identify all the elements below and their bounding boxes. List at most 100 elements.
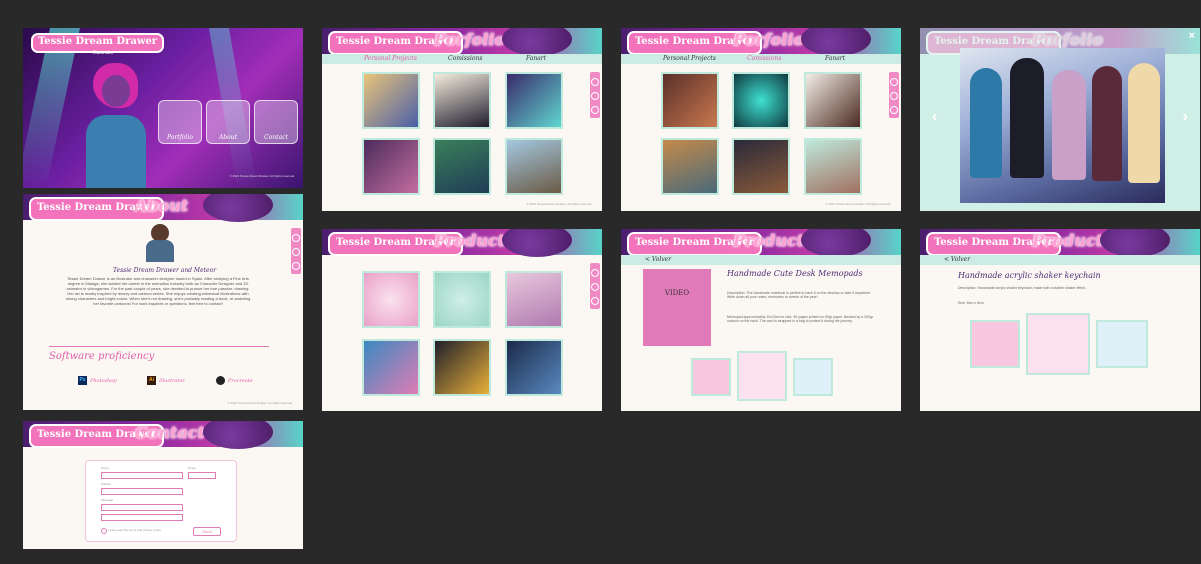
side-nav[interactable] (889, 72, 899, 118)
artwork-thumbnail[interactable] (505, 138, 563, 195)
product-thumbnail[interactable] (362, 271, 420, 328)
back-link[interactable]: < Volver (645, 256, 671, 263)
product-thumbnail[interactable] (362, 339, 420, 396)
back-link[interactable]: < Volver (944, 256, 970, 263)
send-button[interactable]: Send (193, 527, 221, 536)
next-arrow-icon[interactable]: › (1183, 108, 1188, 126)
side-nav[interactable] (590, 263, 600, 309)
product-photo-main[interactable] (737, 351, 787, 401)
tab-personal-projects[interactable]: Personal Projects (364, 55, 417, 62)
product-thumbnail[interactable] (433, 339, 491, 396)
header: Tessie Dream Drawer About (23, 194, 303, 222)
video-placeholder[interactable]: VIDEO (643, 269, 711, 346)
avatar (143, 224, 177, 262)
portfolio-lightbox-board: Tessie Dream Drawer Porfolio × ‹ › (920, 28, 1200, 211)
tab-comissions[interactable]: Comissions (448, 55, 482, 62)
footer: © 2021 Tessie Dream Drawer. All rights r… (227, 401, 293, 405)
product-description: Description: Handmade acrylic shaker key… (958, 286, 1086, 290)
side-nav[interactable] (291, 228, 301, 274)
product-thumbnail[interactable] (505, 339, 563, 396)
artwork-thumbnail[interactable] (433, 138, 491, 195)
products-grid-board: Tessie Dream Drawer Products (322, 229, 602, 411)
product-description: Description: The handmade notebook is pe… (727, 291, 872, 299)
back-bar: < Volver (920, 255, 1200, 265)
photoshop-icon: Ps (78, 376, 87, 385)
contact-button-label: Contact (264, 134, 288, 141)
product-photo[interactable] (691, 358, 731, 396)
about-bio: Tessie Dream Drawer is an illustrator an… (65, 276, 251, 306)
artwork-thumbnail[interactable] (804, 72, 862, 129)
lightbox-image[interactable] (960, 48, 1165, 203)
tab-fanart[interactable]: Fanart (526, 55, 546, 62)
tab-comissions[interactable]: Comissions (747, 55, 781, 62)
footer: © 2021 Tessie Dream Drawer. All rights r… (526, 202, 592, 206)
header-illustration (1100, 229, 1170, 257)
home-footer: © 2021 Tessie Dream Drawer. All rights r… (229, 174, 295, 178)
about-board: Tessie Dream Drawer About Tessie Dream D… (23, 194, 303, 410)
product-photo[interactable] (1096, 320, 1148, 368)
message-field[interactable] (101, 504, 183, 511)
product-keychain-board: Tessie Dream Drawer Products < Volver Ha… (920, 229, 1200, 411)
artwork-thumbnail[interactable] (505, 72, 563, 129)
page-title: Contact (135, 423, 205, 442)
message-field-extra[interactable] (101, 514, 183, 521)
name-label: Name (101, 466, 110, 470)
header: Tessie Dream Drawer Porfolio (621, 28, 901, 56)
email-field[interactable] (188, 472, 216, 479)
product-details: Memopad approximately 10x10cm in size. 5… (727, 315, 874, 323)
divider (49, 346, 269, 347)
artwork-thumbnail[interactable] (661, 138, 719, 195)
software-photoshop: Photoshop (90, 378, 117, 384)
home-board: Tessie Dream Drawer Illustrator Portfoli… (23, 28, 303, 188)
message-label: Message (101, 498, 114, 502)
contact-button[interactable]: Contact (254, 100, 298, 144)
subject-label: Subject (101, 482, 112, 486)
product-thumbnail[interactable] (433, 271, 491, 328)
artwork-thumbnail[interactable] (362, 72, 420, 129)
character-illustration (78, 63, 153, 188)
product-title: Handmade acrylic shaker keychain (958, 271, 1101, 280)
video-label: VIDEO (664, 289, 690, 297)
page-title: About (135, 196, 189, 215)
header: Tessie Dream Drawer Products (621, 229, 901, 257)
product-photo-main[interactable] (1026, 313, 1090, 375)
side-nav[interactable] (590, 72, 600, 118)
back-bar: < Volver (621, 255, 901, 265)
header-illustration (203, 194, 273, 222)
tab-fanart[interactable]: Fanart (825, 55, 845, 62)
software-procreate: Procreate (228, 378, 253, 384)
home-subtitle: Illustrator (93, 50, 114, 56)
name-field[interactable] (101, 472, 183, 479)
artwork-thumbnail[interactable] (661, 72, 719, 129)
page-title: Porfolio (733, 30, 805, 49)
software-illustrator: Illustrator (159, 378, 185, 384)
email-label: Email (188, 466, 196, 470)
close-icon[interactable]: × (1189, 30, 1195, 42)
header: Tessie Dream Drawer Products (322, 229, 602, 257)
about-button-label: About (218, 134, 238, 141)
terms-checkbox[interactable] (101, 528, 107, 534)
subject-field[interactable] (101, 488, 183, 495)
artwork-thumbnail[interactable] (732, 72, 790, 129)
artwork-thumbnail[interactable] (732, 138, 790, 195)
artwork-thumbnail[interactable] (804, 138, 862, 195)
page-title: Porfolio (1032, 30, 1104, 49)
page-title: Porfolio (434, 30, 506, 49)
product-photo[interactable] (970, 320, 1020, 368)
header: Tessie Dream Drawer Porfolio (322, 28, 602, 56)
portfolio-comissions-board: Tessie Dream Drawer Porfolio Personal Pr… (621, 28, 901, 211)
prev-arrow-icon[interactable]: ‹ (932, 108, 937, 126)
header-illustration (203, 421, 273, 449)
artwork-thumbnail[interactable] (433, 72, 491, 129)
about-button[interactable]: About (206, 100, 250, 144)
artwork-thumbnail[interactable] (362, 138, 420, 195)
product-photo[interactable] (793, 358, 833, 396)
portfolio-personal-board: Tessie Dream Drawer Porfolio Personal Pr… (322, 28, 602, 211)
product-thumbnail[interactable] (505, 271, 563, 328)
header-illustration (502, 28, 572, 56)
procreate-icon (216, 376, 225, 385)
illustrator-icon: Ai (147, 376, 156, 385)
portfolio-button[interactable]: Portfolio (158, 100, 202, 144)
tab-personal-projects[interactable]: Personal Projects (663, 55, 716, 62)
about-name: Tessie Dream Drawer and Meteor (113, 267, 217, 274)
